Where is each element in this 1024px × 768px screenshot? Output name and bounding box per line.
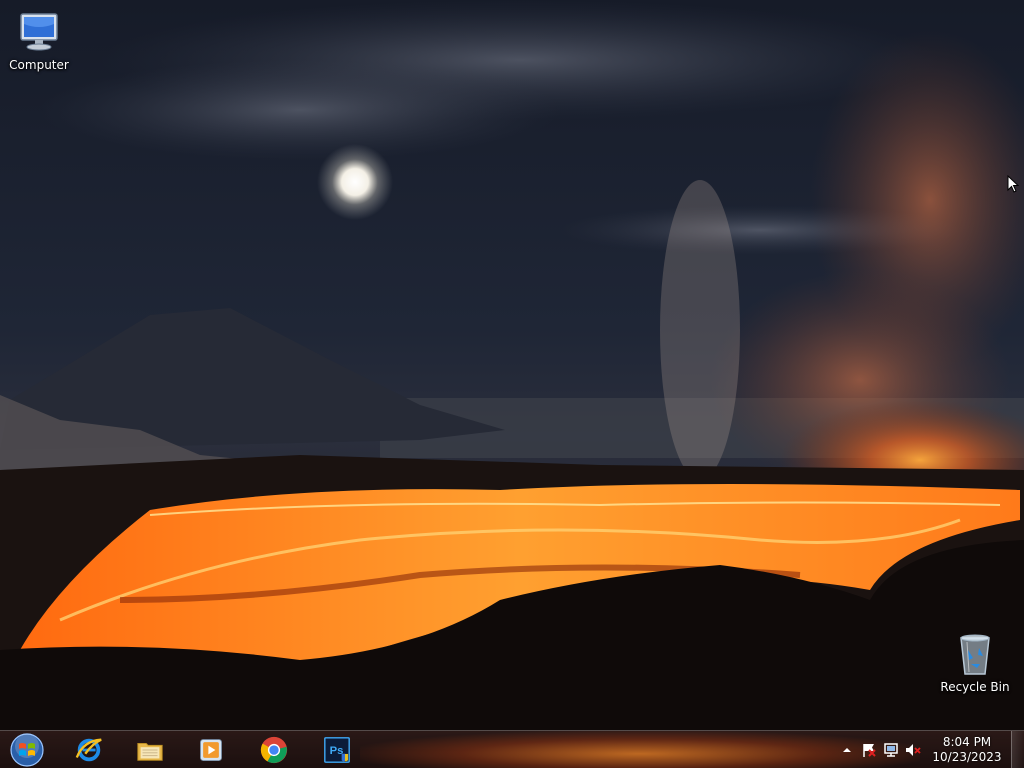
- chrome-icon: [260, 736, 288, 763]
- internet-explorer-icon: [75, 738, 102, 761]
- desktop-icon-recycle-bin[interactable]: Recycle Bin: [935, 630, 1015, 694]
- show-hidden-icons-arrow: [843, 747, 851, 752]
- taskbar-internet-explorer-button[interactable]: [62, 731, 116, 768]
- show-hidden-icons-button[interactable]: [836, 739, 858, 761]
- network-button[interactable]: [880, 739, 902, 761]
- taskbar-media-player-button[interactable]: [184, 731, 238, 768]
- show-desktop-button[interactable]: [1011, 731, 1024, 768]
- taskbar-photoshop-button[interactable]: Ps: [310, 731, 364, 768]
- volume-button[interactable]: [902, 739, 924, 761]
- photoshop-icon-text: Ps: [330, 744, 344, 756]
- desktop-icon-label: Recycle Bin: [940, 680, 1010, 694]
- clock-date: 10/23/2023: [932, 749, 1002, 764]
- taskbar-chrome-button[interactable]: [247, 731, 301, 768]
- windows-start-orb-icon: [10, 732, 44, 767]
- clock-time: 8:04 PM: [942, 734, 992, 749]
- media-player-icon: [200, 738, 222, 761]
- taskbar-file-explorer-button[interactable]: [123, 731, 177, 768]
- wallpaper-image: [0, 0, 1024, 730]
- clock[interactable]: 8:04 PM 10/23/2023: [924, 735, 1010, 765]
- mouse-cursor-icon: [1007, 175, 1019, 193]
- network-icon: [884, 742, 898, 757]
- recycle-bin-icon: [960, 634, 990, 675]
- computer-icon: [20, 13, 58, 51]
- action-center-flag-icon: [863, 743, 876, 757]
- volume-muted-icon: [906, 743, 921, 756]
- desktop-icon-computer[interactable]: Computer: [0, 8, 79, 72]
- taskbar: Ps 8:04 PM 10/23/2023: [0, 730, 1024, 768]
- action-center-button[interactable]: [858, 739, 880, 761]
- file-explorer-icon: [137, 742, 163, 761]
- system-tray: 8:04 PM 10/23/2023: [836, 731, 1010, 768]
- desktop[interactable]: Computer Recycle Bin Ps 8:04 PM 10/23/20…: [0, 0, 1024, 768]
- photoshop-icon: Ps: [324, 736, 350, 763]
- desktop-icon-label: Computer: [9, 58, 69, 72]
- start-button[interactable]: [4, 731, 50, 768]
